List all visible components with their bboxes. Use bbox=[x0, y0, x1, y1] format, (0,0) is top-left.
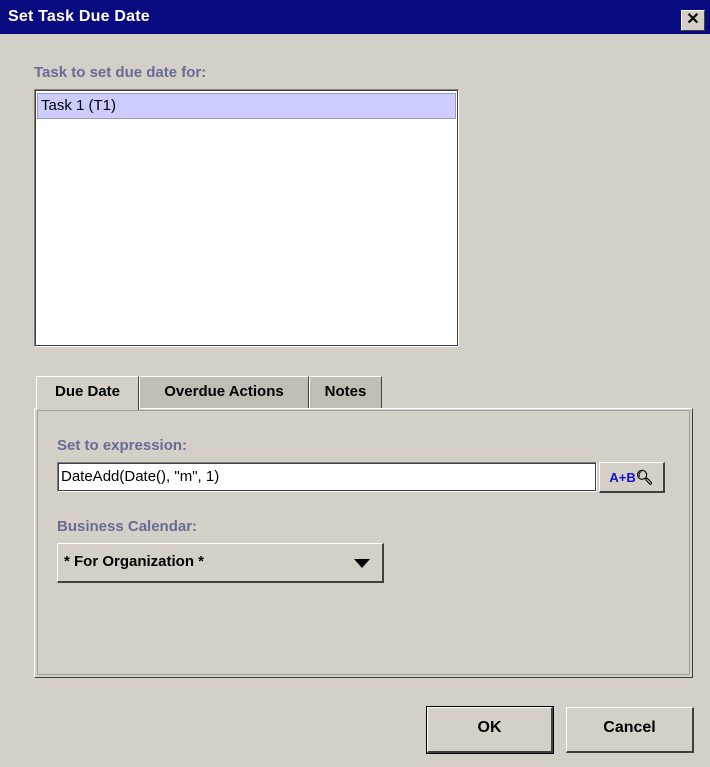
chevron-down-icon bbox=[354, 559, 370, 568]
business-calendar-select[interactable]: * For Organization * bbox=[57, 543, 384, 583]
expression-input[interactable]: DateAdd(Date(), "m", 1) bbox=[57, 462, 597, 492]
list-item[interactable]: Task 1 (T1) bbox=[37, 93, 456, 119]
close-button[interactable]: ✕ bbox=[681, 10, 705, 31]
expression-builder-button[interactable]: A+B🔍︎ bbox=[599, 462, 665, 493]
expression-label: Set to expression: bbox=[57, 437, 188, 454]
task-list-label: Task to set due date for: bbox=[34, 64, 207, 81]
task-list[interactable]: Task 1 (T1) bbox=[34, 89, 459, 347]
tab-overdue-actions[interactable]: Overdue Actions bbox=[139, 376, 309, 408]
business-calendar-value: * For Organization * bbox=[64, 553, 205, 570]
tab-due-date[interactable]: Due Date bbox=[36, 376, 139, 410]
title-bar: Set Task Due Date ✕ bbox=[0, 0, 710, 34]
calendar-label: Business Calendar: bbox=[57, 518, 198, 535]
cancel-button[interactable]: Cancel bbox=[566, 707, 694, 753]
close-icon: ✕ bbox=[686, 11, 700, 28]
ok-button[interactable]: OK bbox=[426, 706, 554, 754]
expression-builder-label: A+B bbox=[609, 470, 636, 485]
window-title: Set Task Due Date bbox=[8, 8, 150, 25]
tab-notes[interactable]: Notes bbox=[309, 376, 382, 408]
magnifier-icon: 🔍︎ bbox=[635, 469, 654, 485]
